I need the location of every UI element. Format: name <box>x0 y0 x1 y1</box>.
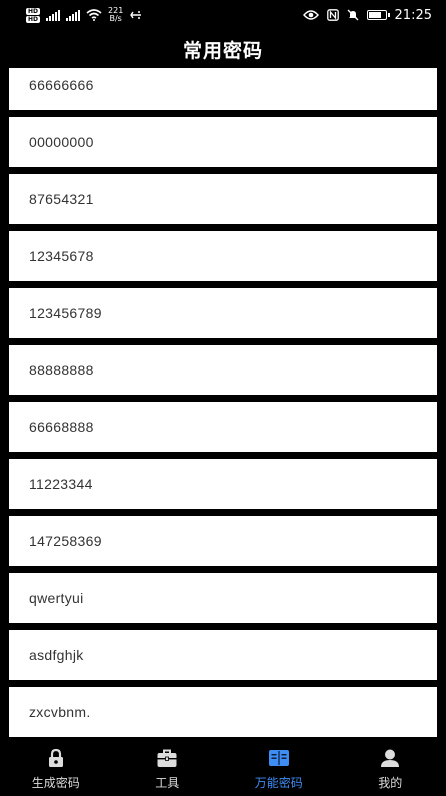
eye-icon <box>302 10 319 20</box>
bottom-nav: 生成密码 工具 万能密码 我的 <box>0 742 446 796</box>
hd-badges: HD HD <box>26 7 41 23</box>
password-list-inner: 66666666 00000000 87654321 12345678 1234… <box>0 68 446 742</box>
password-item[interactable]: 12345678 <box>9 231 437 281</box>
nav-item-profile[interactable]: 我的 <box>335 742 446 796</box>
wifi-icon <box>86 9 102 21</box>
page-header: 常用密码 <box>0 30 446 68</box>
hd-badge: HD <box>26 15 41 23</box>
nav-label: 生成密码 <box>31 775 80 790</box>
nav-label: 工具 <box>155 775 180 790</box>
lock-icon <box>48 748 63 767</box>
usb-icon <box>130 11 142 19</box>
password-item[interactable]: 66666666 <box>9 68 437 110</box>
status-right: 21:25 <box>302 7 432 23</box>
battery-icon <box>366 10 390 20</box>
book-icon <box>268 749 289 766</box>
password-item[interactable]: 88888888 <box>9 345 437 395</box>
user-icon <box>381 749 400 767</box>
nav-label: 我的 <box>378 775 403 790</box>
password-item[interactable]: 11223344 <box>9 459 437 509</box>
password-item[interactable]: 147258369 <box>9 516 437 566</box>
status-bar: HD HD 221 B/s 21:25 <box>0 0 446 30</box>
net-speed-unit: B/s <box>109 14 122 23</box>
password-item[interactable]: 66668888 <box>9 402 437 452</box>
net-speed: 221 B/s <box>108 7 123 23</box>
nav-item-generate-password[interactable]: 生成密码 <box>0 742 112 796</box>
toolbox-icon <box>157 749 177 767</box>
signal-icon <box>46 9 61 21</box>
page-title: 常用密码 <box>182 39 263 62</box>
password-item[interactable]: 00000000 <box>9 117 437 167</box>
password-item[interactable]: qwertyui <box>9 573 437 623</box>
password-item[interactable]: asdfghjk <box>9 630 437 680</box>
nav-label: 万能密码 <box>254 775 303 790</box>
password-item[interactable]: 87654321 <box>9 174 437 224</box>
password-item[interactable]: 123456789 <box>9 288 437 338</box>
password-list[interactable]: 66666666 00000000 87654321 12345678 1234… <box>0 68 446 742</box>
nav-item-universal-password[interactable]: 万能密码 <box>223 742 335 796</box>
status-left: HD HD 221 B/s <box>26 7 143 23</box>
clock: 21:25 <box>394 7 432 23</box>
signal-icon <box>66 9 81 21</box>
hd-badge: HD <box>26 7 41 15</box>
password-item[interactable]: zxcvbnm. <box>9 687 437 737</box>
nav-item-tools[interactable]: 工具 <box>112 742 224 796</box>
mute-icon <box>347 9 358 21</box>
nfc-icon <box>326 9 339 21</box>
